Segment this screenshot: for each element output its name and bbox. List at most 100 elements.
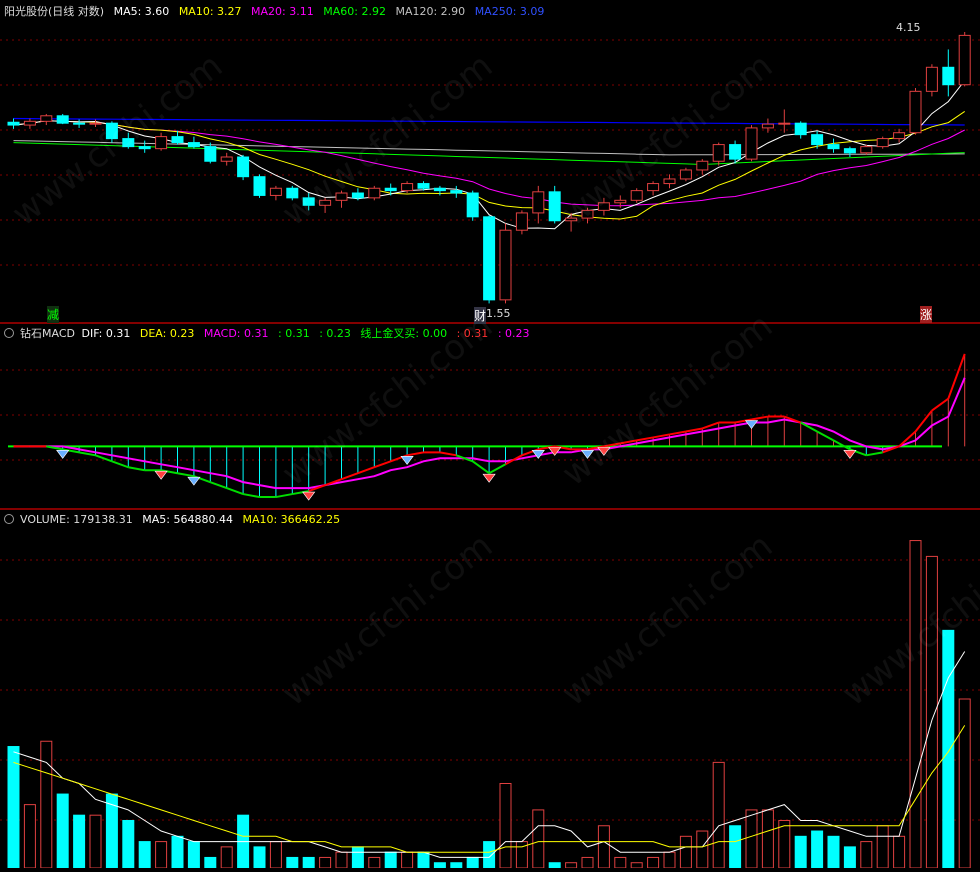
- volume-bar: [105, 793, 118, 869]
- volume-bar: [663, 851, 676, 869]
- volume-bar: [827, 835, 840, 869]
- volume-bar: [73, 814, 86, 869]
- volume-bar: [565, 862, 578, 869]
- candle-body: [843, 148, 856, 154]
- candle-body: [778, 122, 791, 125]
- macd-label: MACD: 0.31: [203, 327, 269, 340]
- macd-v2: : 0.23: [319, 327, 351, 340]
- settings-circle-icon[interactable]: [4, 328, 14, 338]
- dif-segment: [357, 466, 375, 475]
- ma10-label: MA10: 3.27: [178, 5, 242, 18]
- volume-bar: [138, 841, 151, 869]
- dif-segment: [472, 460, 490, 475]
- candle-body: [712, 144, 725, 162]
- dif-segment: [226, 487, 244, 496]
- dif-segment: [341, 472, 359, 481]
- settings-circle-icon[interactable]: [4, 514, 14, 524]
- volume-bar: [942, 629, 955, 869]
- dif-segment: [488, 463, 506, 475]
- volume-bar: [761, 809, 774, 869]
- volume-bar: [335, 851, 348, 869]
- candle-body: [663, 178, 676, 185]
- vol-ma10-label: MA10: 366462.25: [242, 513, 341, 526]
- candle-body: [384, 187, 397, 192]
- candle-body: [7, 121, 20, 126]
- diamond-signal-icon: [56, 450, 70, 459]
- volume-bar: [729, 825, 742, 869]
- ma5-label: MA5: 3.60: [113, 5, 170, 18]
- dif-segment: [833, 439, 851, 451]
- volume-bar: [811, 830, 824, 869]
- dea-label: DEA: 0.23: [139, 327, 195, 340]
- candle-body: [925, 66, 938, 92]
- candle-body: [40, 115, 53, 122]
- volume-bar: [483, 841, 496, 869]
- macd-title[interactable]: 钻石MACD: [20, 327, 75, 340]
- marker-right[interactable]: 涨: [920, 306, 933, 323]
- volume-bar: [220, 846, 233, 869]
- volume-bar: [302, 856, 315, 869]
- diamond-signal-icon: [154, 470, 168, 480]
- dif-segment: [373, 460, 392, 469]
- dif-segment: [128, 466, 145, 472]
- candle-body: [23, 120, 36, 126]
- volume-bar: [466, 856, 479, 869]
- candle-body: [253, 176, 266, 196]
- volume-title[interactable]: VOLUME: 179138.31: [20, 513, 133, 526]
- volume-bar: [384, 851, 397, 869]
- candle-body: [269, 187, 282, 196]
- dif-segment: [866, 451, 883, 457]
- ma120-label: MA120: 2.90: [395, 5, 466, 18]
- low-price-label: 1.55: [486, 307, 511, 320]
- volume-bar: [647, 856, 660, 869]
- candle-body: [450, 190, 463, 194]
- diamond-signal-icon: [302, 491, 316, 501]
- volume-bar: [269, 841, 282, 869]
- volume-bar: [712, 761, 725, 869]
- dif-segment: [701, 421, 720, 430]
- volume-bar: [122, 819, 135, 869]
- volume-bar: [417, 851, 430, 869]
- volume-bar: [401, 851, 414, 869]
- candle-body: [220, 156, 233, 162]
- volume-bar: [876, 825, 889, 869]
- volume-bar: [319, 856, 332, 869]
- candle-body: [876, 138, 889, 148]
- volume-bar: [89, 814, 102, 869]
- dif-segment: [931, 397, 949, 412]
- candle-body: [532, 191, 545, 214]
- dif-segment: [275, 493, 293, 499]
- marker-left[interactable]: 减: [47, 306, 60, 323]
- ma60-label: MA60: 2.92: [323, 5, 386, 18]
- dif-segment: [209, 481, 228, 490]
- dif-segment: [947, 353, 966, 400]
- macd-v4: : 0.23: [497, 327, 530, 340]
- volume-bar: [23, 804, 36, 869]
- volume-bar: [958, 698, 971, 869]
- candle-body: [647, 183, 660, 192]
- marker-mid[interactable]: 财: [474, 307, 487, 324]
- volume-bar: [351, 846, 364, 869]
- ma250-label: MA250: 3.09: [474, 5, 545, 18]
- diamond-signal-icon: [843, 450, 857, 459]
- volume-bar: [696, 830, 709, 869]
- macd-panel-header: 钻石MACD DIF: 0.31 DEA: 0.23 MACD: 0.31 : …: [4, 326, 536, 342]
- diamond-signal-icon: [744, 420, 759, 430]
- volume-bar: [187, 841, 200, 869]
- candle-body: [368, 187, 381, 199]
- volume-bar: [532, 809, 545, 869]
- vol-ma5-label: MA5: 564880.44: [142, 513, 233, 526]
- dif-segment: [177, 472, 195, 478]
- volume-bar: [7, 746, 20, 869]
- candle-body: [204, 146, 217, 162]
- volume-bar: [794, 835, 807, 869]
- candle-body: [745, 127, 758, 160]
- candle-body: [499, 229, 512, 301]
- candle-body: [466, 192, 479, 218]
- volume-bar: [499, 783, 512, 869]
- stock-title[interactable]: 阳光股份(日线 对数): [4, 5, 104, 18]
- volume-bar: [155, 841, 168, 869]
- dif-segment: [111, 460, 129, 469]
- candle-body: [827, 144, 840, 150]
- cross-label: 线上金叉买: 0.00: [360, 327, 448, 340]
